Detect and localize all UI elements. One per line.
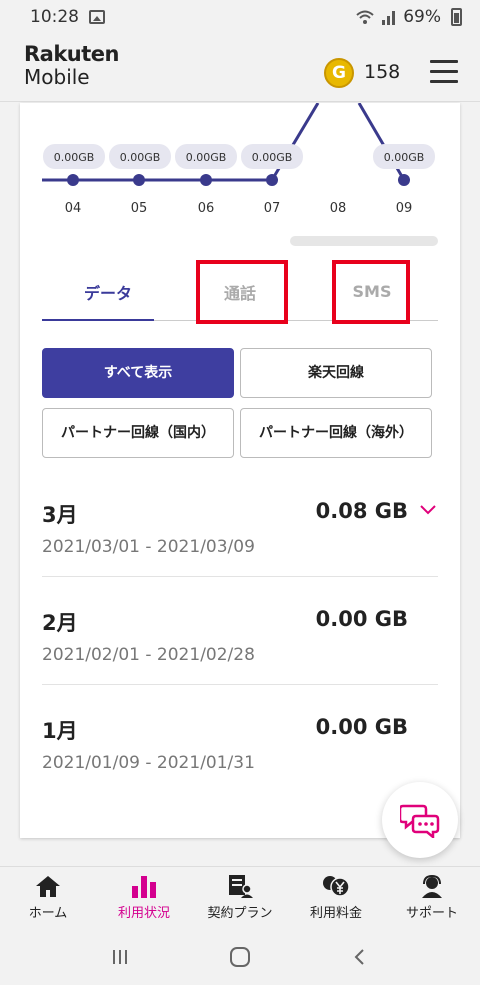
month-row[interactable]: 2月 0.00 GB 2021/02/01 - 2021/02/28 bbox=[42, 607, 438, 667]
chart-pill: 0.00GB bbox=[175, 144, 237, 169]
chat-button[interactable] bbox=[382, 782, 458, 858]
nav-home[interactable]: ホーム bbox=[0, 867, 96, 928]
nav-contract-plan-label: 契約プラン bbox=[207, 906, 273, 921]
chart-day-07: 07 bbox=[264, 201, 281, 216]
usage-chart-icon bbox=[132, 876, 156, 898]
row-divider bbox=[42, 684, 438, 685]
chart-day-09: 09 bbox=[396, 201, 413, 216]
nav-billing-label: 利用料金 bbox=[309, 906, 362, 921]
highlight-box-calls bbox=[196, 260, 288, 324]
filter-partner-domestic-button[interactable]: パートナー回線（国内） bbox=[42, 408, 234, 458]
signal-icon bbox=[382, 11, 396, 25]
wifi-icon bbox=[356, 10, 374, 24]
chart-day-05: 05 bbox=[131, 201, 148, 216]
recents-icon[interactable] bbox=[110, 947, 130, 967]
points-count[interactable]: 158 bbox=[364, 61, 400, 83]
pill-label-05: 0.00GB bbox=[120, 151, 161, 164]
nav-support[interactable]: サポート bbox=[384, 867, 480, 928]
pill-label-04: 0.00GB bbox=[54, 151, 95, 164]
filter-all-button[interactable]: すべて表示 bbox=[42, 348, 234, 398]
bottom-nav: ホーム 利用状況 契約プラン 利用料金 サポート bbox=[0, 866, 480, 928]
support-agent-icon bbox=[422, 874, 442, 898]
month-usage: 0.08 GB bbox=[315, 499, 408, 523]
chart-scrollbar[interactable] bbox=[290, 236, 438, 246]
chart-day-08: 08 bbox=[330, 201, 347, 216]
battery-icon bbox=[451, 8, 462, 26]
month-row[interactable]: 1月 0.00 GB 2021/01/09 - 2021/01/31 bbox=[42, 715, 438, 775]
chart-pill: 0.00GB bbox=[241, 144, 303, 169]
filter-partner-overseas-button[interactable]: パートナー回線（海外） bbox=[240, 408, 432, 458]
logo-line1: Rakuten bbox=[24, 42, 120, 66]
chart-day-04: 04 bbox=[65, 201, 82, 216]
image-icon bbox=[89, 10, 105, 24]
rakuten-mobile-logo[interactable]: Rakuten Mobile bbox=[24, 42, 120, 89]
nav-contract-plan[interactable]: 契約プラン bbox=[192, 867, 288, 928]
status-bar: 10:28 69% bbox=[0, 0, 480, 34]
billing-yen-icon bbox=[323, 876, 350, 897]
chart-point-06 bbox=[200, 174, 212, 186]
month-usage: 0.00 GB bbox=[315, 715, 408, 739]
nav-usage[interactable]: 利用状況 bbox=[96, 867, 192, 928]
chart-point-07 bbox=[266, 174, 278, 186]
chevron-down-icon[interactable] bbox=[418, 501, 438, 517]
battery-percent: 69% bbox=[403, 7, 441, 27]
status-time: 10:28 bbox=[30, 7, 79, 27]
android-system-bar bbox=[0, 928, 480, 985]
tab-data[interactable]: データ bbox=[42, 263, 174, 321]
home-circle-icon[interactable] bbox=[229, 946, 251, 968]
month-label: 2月 bbox=[42, 611, 78, 635]
contract-plan-icon bbox=[229, 875, 253, 898]
status-right: 69% bbox=[355, 7, 462, 27]
nav-billing[interactable]: 利用料金 bbox=[288, 867, 384, 928]
month-range: 2021/02/01 - 2021/02/28 bbox=[42, 645, 255, 665]
chart-point-05 bbox=[133, 174, 145, 186]
usage-card: 0.00GB 0.00GB 0.00GB 0.00GB 0.00GB 04 05… bbox=[20, 103, 460, 838]
hamburger-menu-icon[interactable] bbox=[430, 60, 458, 84]
month-row[interactable]: 3月 0.08 GB 2021/03/01 - 2021/03/09 bbox=[42, 499, 438, 559]
back-icon[interactable] bbox=[350, 947, 370, 967]
pill-label-09: 0.00GB bbox=[384, 151, 425, 164]
nav-support-label: サポート bbox=[405, 906, 458, 921]
filter-rakuten-button[interactable]: 楽天回線 bbox=[240, 348, 432, 398]
app-header: Rakuten Mobile G 158 bbox=[0, 34, 480, 102]
coin-icon[interactable]: G bbox=[324, 58, 354, 88]
row-divider bbox=[42, 576, 438, 577]
chat-bubbles-icon bbox=[400, 804, 440, 838]
chart-pill: 0.00GB bbox=[373, 144, 435, 169]
chart-pill: 0.00GB bbox=[43, 144, 105, 169]
pill-label-07: 0.00GB bbox=[252, 151, 293, 164]
home-icon bbox=[36, 876, 60, 897]
month-range: 2021/03/01 - 2021/03/09 bbox=[42, 537, 255, 557]
month-range: 2021/01/09 - 2021/01/31 bbox=[42, 753, 255, 773]
logo-line2: Mobile bbox=[24, 65, 90, 89]
nav-home-label: ホーム bbox=[28, 906, 68, 921]
month-label: 3月 bbox=[42, 503, 78, 527]
highlight-box-sms bbox=[332, 260, 410, 324]
chart-pill: 0.00GB bbox=[109, 144, 171, 169]
month-label: 1月 bbox=[42, 719, 78, 743]
chart-point-09 bbox=[398, 174, 410, 186]
month-usage: 0.00 GB bbox=[315, 607, 408, 631]
pill-label-06: 0.00GB bbox=[186, 151, 227, 164]
chart-day-06: 06 bbox=[198, 201, 215, 216]
chart-point-04 bbox=[67, 174, 79, 186]
nav-usage-label: 利用状況 bbox=[117, 906, 170, 921]
daily-usage-chart[interactable]: 0.00GB 0.00GB 0.00GB 0.00GB 0.00GB 04 05… bbox=[20, 103, 460, 233]
